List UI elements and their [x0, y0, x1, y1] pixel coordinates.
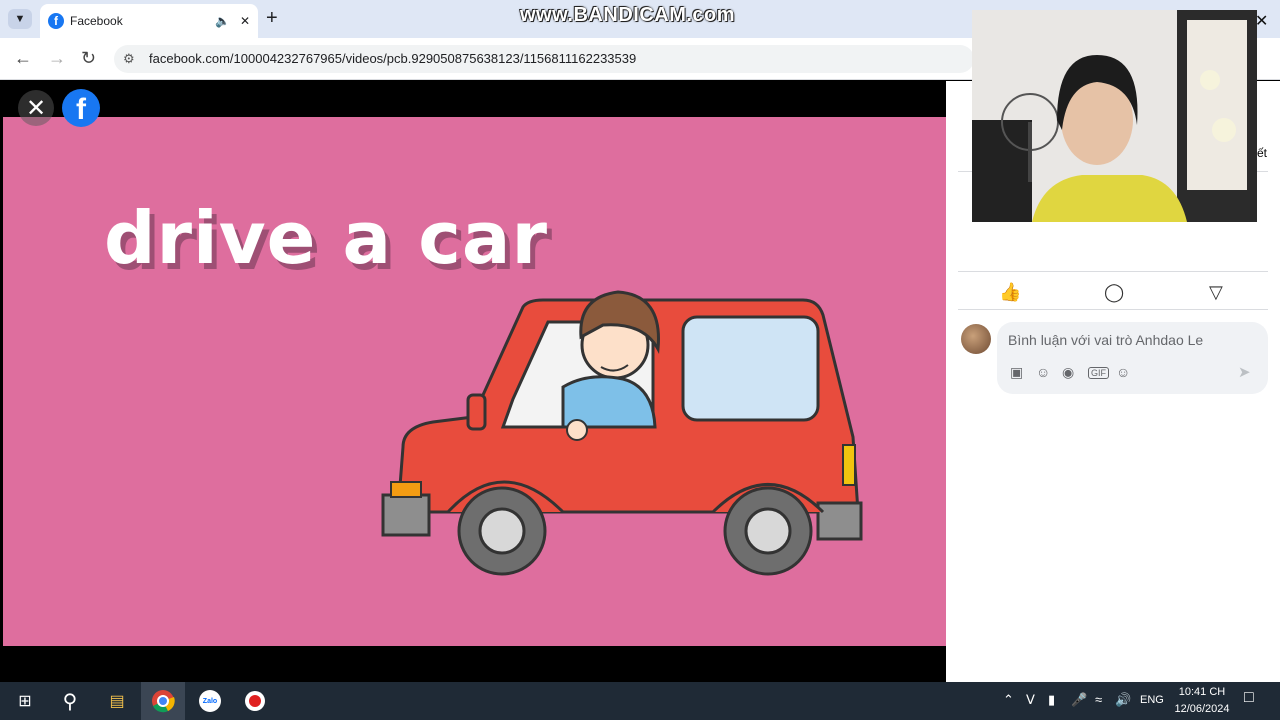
- chrome-icon[interactable]: [150, 688, 176, 714]
- webcam-overlay: [972, 10, 1257, 222]
- windows-taskbar: [0, 682, 1280, 720]
- site-settings-icon[interactable]: ⚙: [123, 51, 135, 67]
- panel-divider: [958, 271, 1268, 272]
- microphone-icon[interactable]: 🎤: [1071, 692, 1087, 708]
- tray-app-icon[interactable]: ᐯ: [1026, 692, 1035, 708]
- panel-partial-text: ết: [1257, 146, 1268, 160]
- file-explorer-icon[interactable]: ▤: [104, 688, 130, 714]
- search-icon[interactable]: ⚲: [57, 688, 83, 714]
- url-text[interactable]: facebook.com/100004232767965/videos/pcb.…: [149, 51, 636, 66]
- avatar-sticker-icon[interactable]: ☺: [1116, 364, 1130, 380]
- windows-start-icon[interactable]: ⊞: [12, 688, 38, 714]
- speaker-icon[interactable]: 🔈: [215, 14, 230, 28]
- language-indicator[interactable]: ENG: [1140, 694, 1164, 706]
- facebook-logo-icon[interactable]: f: [62, 89, 100, 127]
- send-icon[interactable]: ➤: [1238, 363, 1251, 381]
- avatar[interactable]: [961, 324, 991, 354]
- emoji-icon[interactable]: ☺: [1036, 364, 1050, 380]
- webcam-feed-image: [972, 10, 1257, 222]
- facebook-favicon-icon: f: [48, 13, 64, 29]
- share-icon[interactable]: ▽: [1209, 282, 1223, 303]
- browser-tab[interactable]: f Facebook 🔈 ✕: [40, 4, 258, 38]
- camera-icon[interactable]: ◉: [1062, 364, 1074, 381]
- zalo-logo: Zalo: [199, 690, 221, 712]
- new-tab-button[interactable]: +: [266, 8, 278, 28]
- record-ring: [245, 691, 265, 711]
- close-icon[interactable]: ✕: [1255, 11, 1268, 31]
- comment-placeholder[interactable]: Bình luận với vai trò Anhdao Le: [1008, 332, 1203, 348]
- recorder-watermark: www.BANDICAM.com: [520, 4, 736, 26]
- gif-icon[interactable]: GIF: [1088, 367, 1109, 379]
- battery-icon[interactable]: ▮: [1048, 692, 1055, 708]
- close-icon[interactable]: ✕: [18, 90, 54, 126]
- chevron-down-icon: ▼: [14, 13, 26, 25]
- video-caption: drive a car: [104, 196, 548, 280]
- notifications-icon[interactable]: □: [1244, 689, 1254, 707]
- clock-date[interactable]: 12/06/2024: [1172, 703, 1232, 715]
- wifi-icon[interactable]: ≈: [1095, 692, 1102, 707]
- back-icon[interactable]: ←: [14, 48, 32, 68]
- forward-icon[interactable]: →: [48, 48, 66, 68]
- tab-search-button[interactable]: ▼: [8, 9, 32, 29]
- bandicam-record-icon[interactable]: [242, 688, 268, 714]
- sticker-icon[interactable]: ▣: [1010, 364, 1023, 381]
- tray-expand-icon[interactable]: ⌃: [1003, 692, 1014, 708]
- chrome-logo: [152, 690, 175, 713]
- comment-icon[interactable]: ◯: [1104, 282, 1124, 303]
- reload-icon[interactable]: ↻: [81, 48, 96, 68]
- close-tab-icon[interactable]: ✕: [240, 14, 250, 28]
- panel-divider: [958, 309, 1268, 310]
- volume-icon[interactable]: 🔊: [1115, 692, 1131, 708]
- record-dot: [249, 695, 261, 707]
- zalo-icon[interactable]: Zalo: [197, 688, 223, 714]
- tab-title: Facebook: [70, 14, 123, 28]
- clock-time[interactable]: 10:41 CH: [1178, 686, 1226, 698]
- like-icon[interactable]: 👍: [999, 282, 1021, 303]
